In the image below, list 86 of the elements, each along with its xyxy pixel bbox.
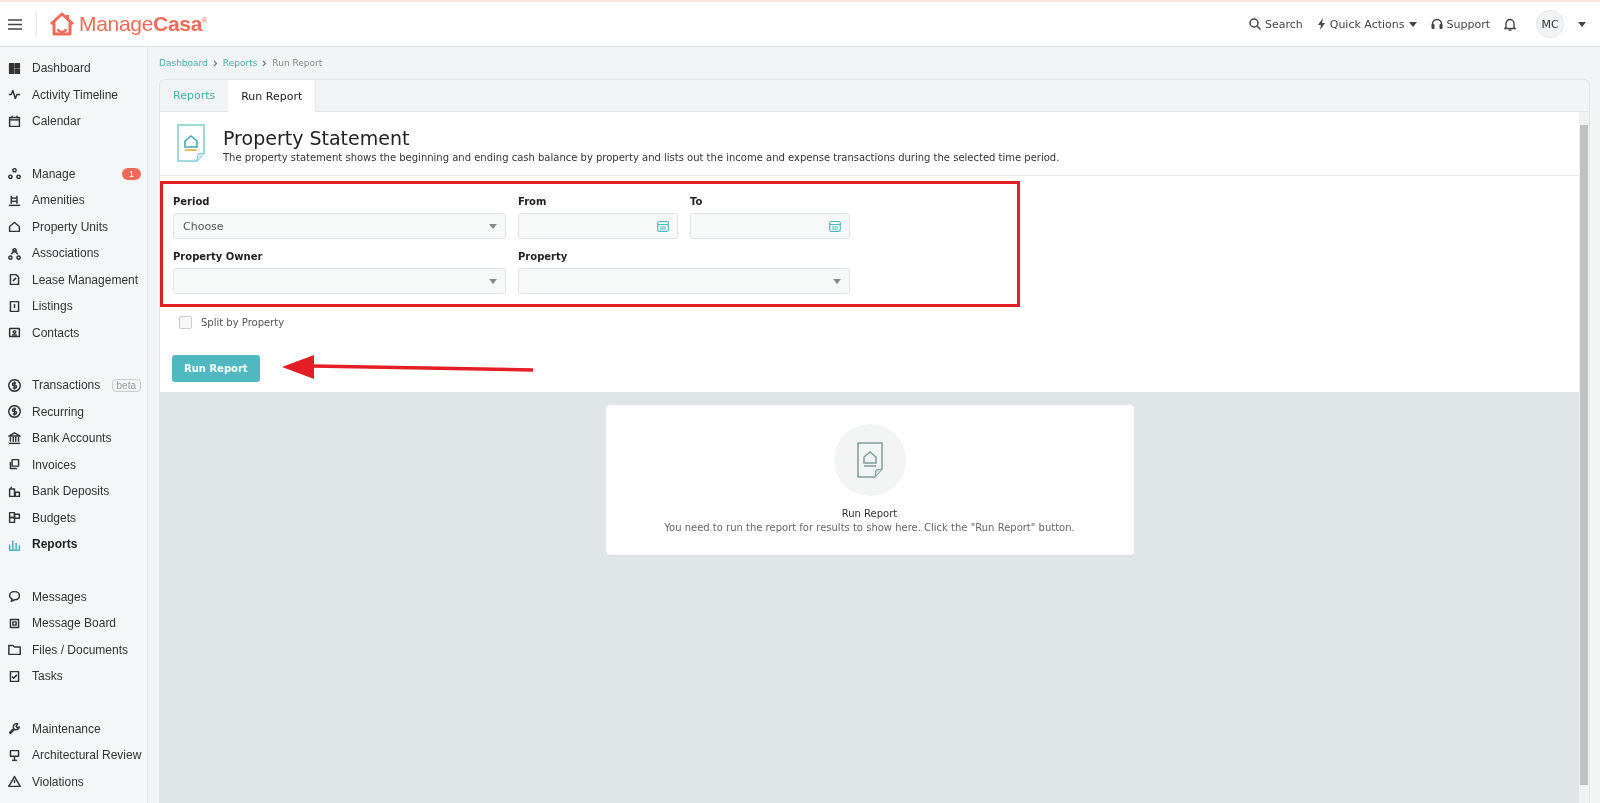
toolbar-link[interactable]: Quick Actions [1316, 17, 1417, 31]
sidebar-item[interactable]: Bank Deposits [0, 478, 147, 505]
report-description: The property statement shows the beginning and ending cash balance by property and lists out the income and expense transactions during the selected time period. [223, 152, 1060, 163]
sidebar-item[interactable]: Message Board [0, 610, 147, 637]
sidebar-item[interactable]: Transactions beta [0, 372, 147, 399]
checkbox-label: Split by Property [201, 317, 285, 328]
calendar-icon [8, 114, 21, 128]
menu-icon[interactable] [8, 18, 22, 30]
sidebar-item[interactable]: Architectural Review [0, 742, 147, 769]
dollar-icon [8, 378, 21, 392]
sidebar-item[interactable]: Reports [0, 531, 147, 558]
select-field[interactable] [518, 268, 850, 294]
chevron-right-icon [262, 59, 268, 67]
count-badge: 1 [122, 167, 141, 180]
field-label: Property Owner [173, 251, 264, 262]
caret-icon [489, 223, 497, 229]
edit-document-icon [8, 273, 21, 287]
headset-icon [1430, 18, 1443, 30]
sidebar-item[interactable]: Messages [0, 583, 147, 610]
search-icon [1248, 18, 1261, 30]
date-field[interactable] [518, 213, 678, 239]
wrench-icon [8, 722, 21, 736]
caret-icon [1408, 21, 1417, 27]
caret-icon [489, 278, 497, 284]
scrollbar[interactable] [1579, 112, 1589, 803]
date-field[interactable] [690, 213, 850, 239]
bell-icon[interactable] [1504, 17, 1516, 31]
lightning-icon [1316, 18, 1326, 30]
beta-tag: beta [111, 378, 141, 392]
report-title: Property Statement [223, 127, 411, 149]
copy-icon [8, 458, 21, 472]
sidebar-item[interactable]: Calendar [0, 108, 147, 135]
current-page-label: Run Report [272, 58, 323, 68]
dollar-icon [8, 405, 21, 419]
field-label: To [690, 196, 704, 207]
house-icon [8, 220, 21, 234]
sidebar-item[interactable]: Budgets [0, 504, 147, 531]
user-avatar[interactable]: MC [1536, 10, 1564, 38]
checkbox[interactable] [179, 316, 192, 329]
blocks-icon [8, 511, 21, 525]
sidebar-item[interactable]: Property Units [0, 213, 147, 240]
easel-icon [8, 748, 21, 762]
tab[interactable]: Run Report [228, 80, 317, 112]
sidebar-item[interactable]: Contacts [0, 319, 147, 346]
network-icon [8, 246, 21, 260]
sidebar-item[interactable]: Maintenance [0, 715, 147, 742]
sidebar-item[interactable]: Files / Documents [0, 636, 147, 663]
sidebar-item[interactable]: Dashboard [0, 55, 147, 82]
bar-chart-icon [8, 537, 21, 551]
house-document-icon [176, 124, 206, 162]
toolbar-link[interactable]: Support [1430, 17, 1490, 31]
pulse-icon [8, 88, 21, 102]
contact-card-icon [8, 326, 21, 340]
empty-state-title: Run Report [841, 508, 898, 519]
task-icon [8, 669, 21, 683]
sidebar-item[interactable]: Violations [0, 768, 147, 795]
sidebar-item[interactable]: Amenities [0, 187, 147, 214]
dashboard-icon [8, 61, 21, 75]
sidebar-item[interactable]: Activity Timeline [0, 81, 147, 108]
calendar-icon [829, 220, 841, 232]
sidebar-item[interactable]: Recurring [0, 398, 147, 425]
calendar-icon [657, 220, 669, 232]
caret-icon[interactable] [1578, 21, 1586, 27]
network-icon [8, 167, 21, 181]
sidebar-item[interactable]: Listings [0, 293, 147, 320]
sidebar-item[interactable]: Lease Management [0, 266, 147, 293]
board-icon [8, 616, 21, 630]
folder-icon [8, 643, 21, 657]
house-logo-icon [49, 12, 75, 36]
bank-icon [8, 431, 21, 445]
sidebar-item[interactable]: Associations [0, 240, 147, 267]
toolbar-link[interactable]: Search [1248, 17, 1303, 31]
field-label: From [518, 196, 548, 207]
chat-icon [8, 590, 21, 604]
sidebar-item[interactable]: Manage 1 [0, 160, 147, 187]
sidebar-item[interactable]: Bank Accounts [0, 425, 147, 452]
warning-icon [8, 775, 21, 789]
field-label: Period [173, 196, 211, 207]
chevron-right-icon [212, 59, 218, 67]
sidebar-item[interactable]: Tasks [0, 663, 147, 690]
select-field[interactable]: Choose [173, 213, 506, 239]
caret-icon [833, 278, 841, 284]
field-label: Property [518, 251, 569, 262]
empty-state-message: You need to run the report for results to show here. Click the "Run Report" button. [664, 522, 1075, 533]
sidebar-item[interactable]: Invoices [0, 451, 147, 478]
select-field[interactable] [173, 268, 506, 294]
